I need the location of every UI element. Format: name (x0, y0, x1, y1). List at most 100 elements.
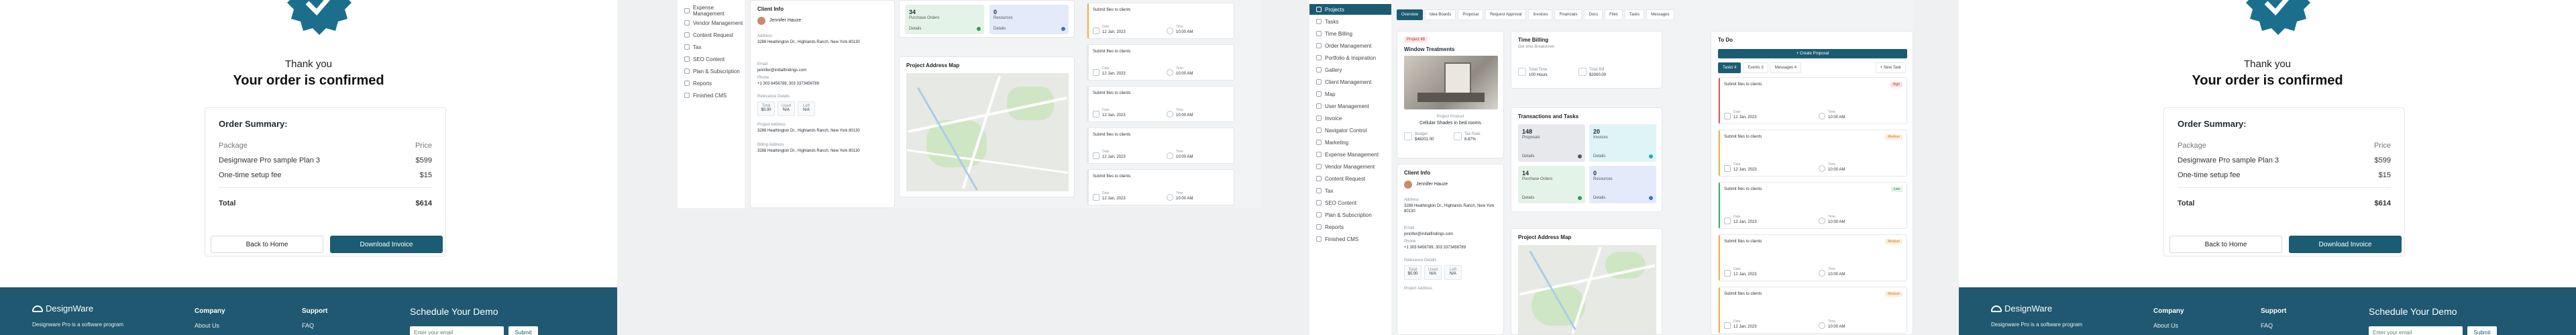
task-time: 10:00 AM (1828, 273, 1845, 277)
download-invoice-button[interactable]: Download Invoice (2289, 236, 2402, 253)
new-task-button[interactable]: + New Task (1875, 62, 1906, 73)
project-tab[interactable]: Overview (1397, 9, 1424, 20)
sidebar-item[interactable]: Vendor Management (678, 17, 745, 28)
sidebar-item[interactable]: Finished CMS (1309, 234, 1391, 244)
sidebar-item[interactable]: Time Billing (1309, 28, 1391, 39)
demo-email-input[interactable] (2369, 326, 2463, 335)
back-to-home-button[interactable]: Back to Home (211, 236, 323, 253)
stat-details-link[interactable]: Details (994, 27, 1006, 31)
priority-badge: High (1890, 82, 1902, 87)
date-label: Date (1102, 66, 1110, 70)
stat-tile[interactable]: 34 Purchase Orders Details (905, 5, 984, 34)
footer-support-heading: Support (302, 307, 328, 315)
stat-tile[interactable]: 148 Proposals Details (1518, 124, 1585, 162)
sidebar-item[interactable]: Vendor Management (1309, 161, 1391, 172)
stat-tile[interactable]: 0 Resources Details (1589, 166, 1656, 203)
sidebar-item[interactable]: Expense Management (678, 5, 745, 17)
task-card[interactable]: Submit files to clients Medium Date 12 Ja… (1718, 234, 1907, 281)
sidebar-item[interactable]: Marketing (1309, 137, 1391, 148)
task-card[interactable]: Submit files to clients Date 12 Jan, 202… (1087, 86, 1234, 122)
order-confirmation-right: Thank you Your order is confirmed Order … (1959, 0, 2576, 335)
task-card[interactable]: Submit files to clients Medium Date 12 Ja… (1718, 287, 1907, 334)
task-card[interactable]: Submit files to clients Date 12 Jan, 202… (1087, 3, 1234, 39)
sidebar-item[interactable]: Content Request (678, 30, 745, 40)
todo-tab[interactable]: Messages 4 (1770, 62, 1802, 73)
footer-about-link[interactable]: About Us (2153, 322, 2178, 329)
stat-tile[interactable]: 14 Purchase Orders Details (1518, 166, 1585, 203)
sidebar-item[interactable]: Portfolio & Inspiration (1309, 52, 1391, 63)
task-card[interactable]: Submit files to clients Medium Date 12 Ja… (1718, 130, 1907, 177)
brand-name: DesignWare (46, 303, 94, 314)
todo-tab[interactable]: Events 3 (1743, 62, 1768, 73)
sidebar-item[interactable]: Navigator Control (1309, 125, 1391, 136)
stat-details-link[interactable]: Details (1522, 196, 1534, 200)
sidebar-item[interactable]: Tasks (1309, 16, 1391, 27)
project-tab[interactable]: Financials (1554, 9, 1582, 20)
project-tab[interactable]: Proposal (1458, 9, 1484, 20)
project-tab[interactable]: Files (1605, 9, 1623, 20)
create-proposal-button[interactable]: + Create Proposal (1718, 49, 1907, 58)
stat-details-link[interactable]: Details (1593, 196, 1605, 200)
avatar (1404, 181, 1412, 189)
task-card[interactable]: Submit files to clients Date 12 Jan, 202… (1087, 169, 1234, 205)
sidebar-item[interactable]: Plan & Subscription (678, 66, 745, 77)
summary-divider (219, 187, 432, 188)
project-tab[interactable]: Docs (1584, 9, 1603, 20)
sidebar-item[interactable]: Content Request (1309, 173, 1391, 184)
project-tab[interactable]: Tasks (1624, 9, 1645, 20)
relevance-value: N/A (1429, 272, 1436, 276)
stat-tile[interactable]: 0 Resources Details (989, 5, 1069, 34)
footer-logo[interactable]: DesignWare (1991, 303, 2052, 314)
footer-about-link[interactable]: About Us (195, 322, 219, 329)
stat-tile[interactable]: 20 Invoices Details (1589, 124, 1656, 162)
sidebar-item[interactable]: Expense Management (1309, 149, 1391, 160)
footer-faq-link[interactable]: FAQ (302, 322, 314, 329)
demo-submit-button[interactable]: Submit (508, 326, 538, 335)
task-card[interactable]: Submit files to clients Date 12 Jan, 202… (1087, 128, 1234, 164)
stat-details-link[interactable]: Details (909, 27, 921, 31)
sidebar-item[interactable]: Invoice (1309, 113, 1391, 124)
project-address-map[interactable] (906, 73, 1069, 191)
sidebar-item[interactable]: Plan & Subscription (1309, 209, 1391, 220)
dashboard-project-overview: Projects Tasks Time Billing Order Managemen… (1309, 0, 1913, 335)
stat-details-link[interactable]: Details (1522, 154, 1534, 158)
project-tab[interactable]: Messages (1646, 9, 1674, 20)
demo-email-input[interactable] (410, 326, 504, 335)
stat-details-link[interactable]: Details (1593, 154, 1605, 158)
project-address-map-b[interactable] (1518, 245, 1656, 334)
sidebar-item[interactable]: User Management (1309, 101, 1391, 111)
footer-logo[interactable]: DesignWare (32, 303, 93, 314)
screenshot-root: Thank you Your order is confirmed Order … (0, 0, 2576, 335)
sidebar-item[interactable]: SEO Content (678, 54, 745, 64)
nav-icon (684, 8, 690, 13)
priority-badge: Medium (1885, 134, 1902, 140)
site-footer: DesignWare Designware Pro is a software … (1959, 287, 2576, 335)
sidebar-item[interactable]: Reports (1309, 222, 1391, 232)
project-tab[interactable]: Invoices (1528, 9, 1553, 20)
time-label: Time (1828, 162, 1835, 166)
project-tab[interactable]: Idea Boards (1425, 9, 1456, 20)
sidebar-item[interactable]: Order Management (1309, 40, 1391, 51)
stat-label: Resources (994, 16, 1013, 20)
sidebar-item[interactable]: Projects (1309, 4, 1391, 15)
sidebar-item[interactable]: Finished CMS (678, 90, 745, 101)
sidebar-item[interactable]: Map (1309, 89, 1391, 99)
task-card[interactable]: Submit files to clients High Date 12 Jan,… (1718, 77, 1907, 124)
sidebar-item[interactable]: Client Management (1309, 77, 1391, 87)
task-card[interactable]: Submit files to clients Low Date 12 Jan, … (1718, 182, 1907, 229)
sidebar-item[interactable]: Gallery (1309, 64, 1391, 75)
sidebar-item[interactable]: Reports (678, 78, 745, 89)
back-to-home-button[interactable]: Back to Home (2169, 236, 2282, 253)
footer-faq-link[interactable]: FAQ (2261, 322, 2273, 329)
project-tab[interactable]: Request Approval (1485, 9, 1527, 20)
task-card[interactable]: Submit files to clients Date 12 Jan, 202… (1087, 44, 1234, 81)
demo-submit-button[interactable]: Submit (2467, 326, 2497, 335)
sidebar-item[interactable]: Tax (678, 42, 745, 52)
total-bill-value: $2000.00 (1589, 73, 1607, 77)
sidebar-item[interactable]: SEO Content (1309, 197, 1391, 208)
download-invoice-button[interactable]: Download Invoice (330, 236, 443, 253)
date-label: Date (1733, 162, 1741, 166)
order-summary-card: Order Summary: Package Price Designware … (205, 107, 446, 256)
todo-tab[interactable]: Tasks 4 (1718, 62, 1741, 73)
sidebar-item[interactable]: Tax (1309, 185, 1391, 196)
